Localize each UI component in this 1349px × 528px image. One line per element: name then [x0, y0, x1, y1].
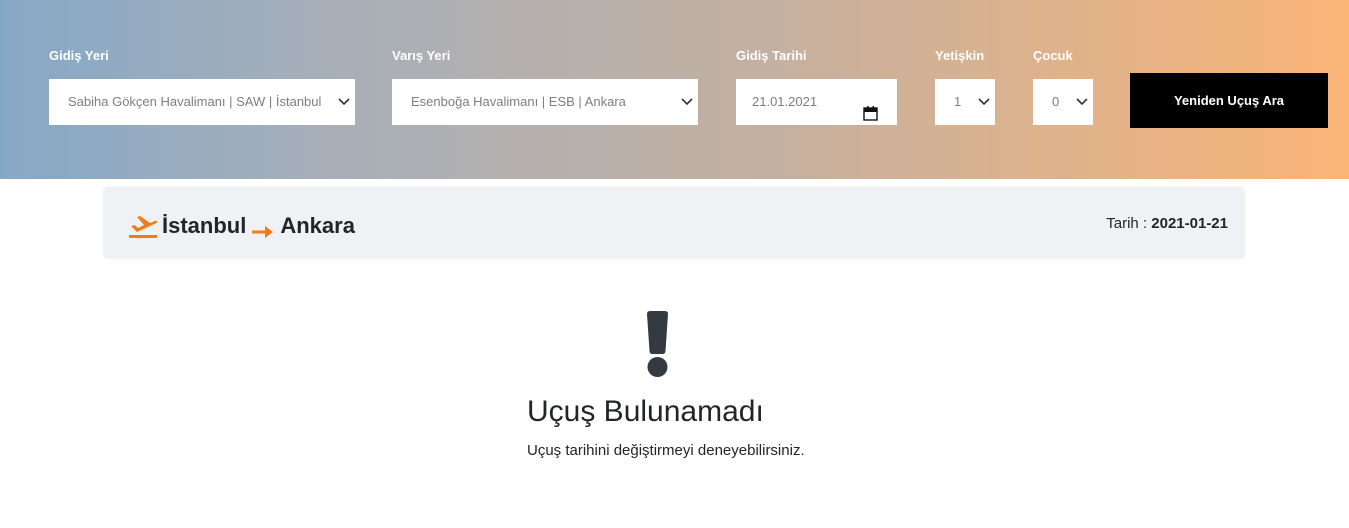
route-date: Tarih : 2021-01-21 — [1106, 215, 1228, 232]
chevron-down-icon — [337, 97, 351, 107]
date-input[interactable]: 21.01.2021 — [736, 79, 897, 125]
children-value: 0 — [1052, 94, 1060, 109]
plane-departure-icon — [128, 213, 158, 239]
exclamation-icon — [645, 311, 670, 377]
adults-label: Yetişkin — [935, 48, 985, 63]
adults-select[interactable]: 1 — [935, 79, 995, 125]
arrival-label: Varış Yeri — [392, 48, 451, 63]
empty-state: Uçuş Bulunamadı Uçuş tarihini değiştirme… — [0, 305, 1349, 505]
search-bar: Gidiş Yeri Sabiha Gökçen Havalimanı | SA… — [0, 0, 1349, 179]
arrival-field: Varış Yeri Esenboğa Havalimanı | ESB | A… — [392, 48, 698, 125]
departure-field: Gidiş Yeri Sabiha Gökçen Havalimanı | SA… — [49, 48, 355, 125]
children-label: Çocuk — [1033, 48, 1073, 63]
departure-select[interactable]: Sabiha Gökçen Havalimanı | SAW | İstanbu… — [49, 79, 355, 125]
adults-field: Yetişkin 1 — [935, 48, 995, 125]
route-from: İstanbul — [162, 213, 247, 238]
empty-state-message: Uçuş tarihini değiştirmeyi deneyebilirsi… — [527, 442, 805, 459]
route-title: İstanbul Ankara — [128, 213, 355, 239]
chevron-down-icon — [1075, 97, 1089, 107]
arrow-right-icon — [252, 219, 274, 238]
route-date-value: 2021-01-21 — [1151, 215, 1228, 232]
date-value: 21.01.2021 — [752, 94, 818, 109]
chevron-down-icon — [977, 97, 991, 107]
arrival-select[interactable]: Esenboğa Havalimanı | ESB | Ankara — [392, 79, 698, 125]
search-again-button[interactable]: Yeniden Uçuş Ara — [1130, 73, 1328, 128]
departure-label: Gidiş Yeri — [49, 48, 109, 63]
chevron-down-icon — [680, 97, 694, 107]
route-date-label: Tarih : — [1106, 215, 1148, 232]
children-select[interactable]: 0 — [1033, 79, 1093, 125]
adults-value: 1 — [954, 94, 962, 109]
date-label: Gidiş Tarihi — [736, 48, 807, 63]
route-summary-card: İstanbul Ankara Tarih : 2021-01-21 — [104, 187, 1244, 257]
arrival-value: Esenboğa Havalimanı | ESB | Ankara — [411, 94, 626, 109]
calendar-icon[interactable] — [863, 94, 878, 121]
empty-state-title: Uçuş Bulunamadı — [527, 395, 764, 428]
children-field: Çocuk 0 — [1033, 48, 1093, 125]
date-field: Gidiş Tarihi 21.01.2021 — [736, 48, 897, 125]
departure-value: Sabiha Gökçen Havalimanı | SAW | İstanbu… — [68, 94, 322, 109]
route-to: Ankara — [280, 213, 355, 238]
